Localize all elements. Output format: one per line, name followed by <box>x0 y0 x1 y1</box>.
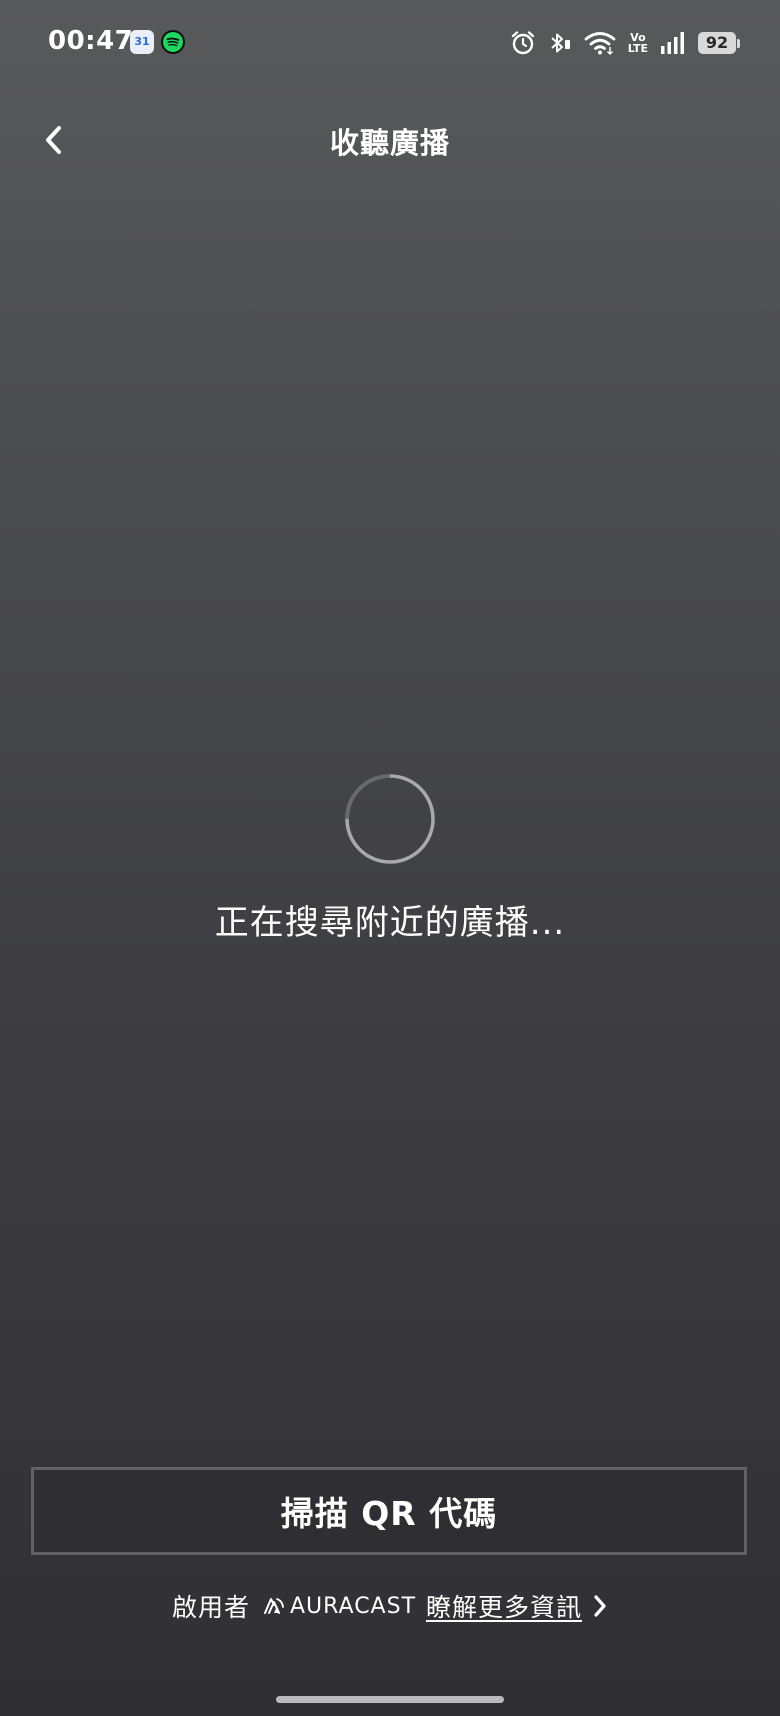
scan-qr-code-button[interactable]: 掃描 QR 代碼 <box>31 1467 747 1555</box>
alarm-icon <box>510 30 536 56</box>
battery-tip <box>737 38 740 48</box>
status-icons: Vo LTE 92 <box>510 26 740 60</box>
battery-icon: 92 <box>698 32 740 54</box>
auracast-brand: AURACAST <box>289 1593 417 1619</box>
status-time: 00:47 <box>48 26 134 56</box>
spotify-icon <box>161 30 185 54</box>
lte-label: LTE <box>627 42 648 55</box>
home-indicator[interactable] <box>276 1696 504 1703</box>
page-title: 收聽廣播 <box>329 126 450 160</box>
status-bar: 00:47 31 Vo LTE 92 <box>0 0 780 90</box>
searching-status-text: 正在搜尋附近的廣播... <box>214 903 566 943</box>
volte-indicator: Vo LTE <box>628 32 648 54</box>
battery-level: 92 <box>698 32 736 54</box>
learn-more-link[interactable]: 瞭解更多資訊 <box>426 1588 582 1624</box>
auracast-icon <box>263 1598 284 1614</box>
signal-icon <box>660 31 686 55</box>
auracast-logo: AURACAST <box>262 1594 416 1619</box>
footer: 啟用者 AURACAST 瞭解更多資訊 <box>0 1586 780 1626</box>
chevron-right-icon[interactable] <box>592 1594 608 1618</box>
calendar-icon: 31 <box>130 30 154 54</box>
enabled-by-label: 啟用者 <box>171 1593 250 1622</box>
bluetooth-icon <box>548 30 572 56</box>
wifi-icon <box>584 30 616 56</box>
loading-spinner-icon <box>344 773 436 865</box>
header: 收聽廣播 <box>0 100 780 180</box>
